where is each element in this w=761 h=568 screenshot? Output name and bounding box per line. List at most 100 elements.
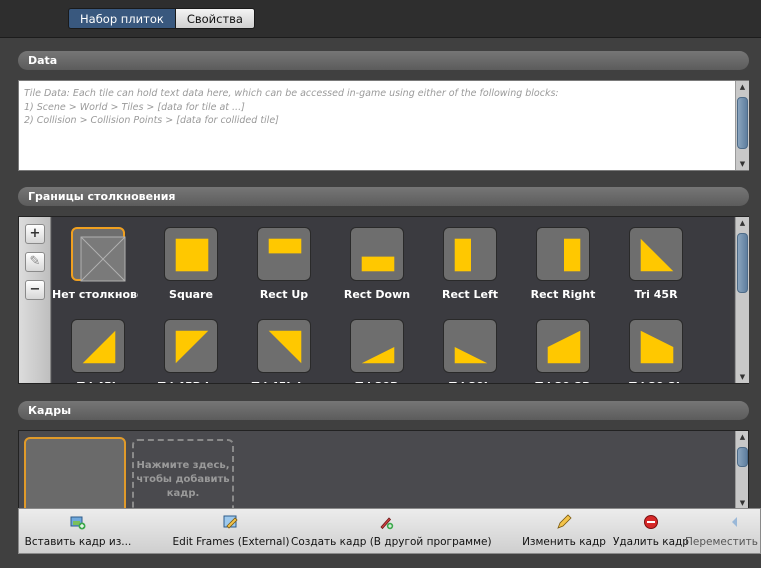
tile-shape-tri30-2l-icon: [640, 330, 674, 364]
edit-frames-external-label: Edit Frames (External): [172, 536, 290, 548]
tile-shape-rect-left-icon: [454, 238, 471, 272]
scroll-thumb[interactable]: [737, 447, 748, 467]
tile-shape-thumbnail: [536, 319, 590, 373]
tile-shape-thumbnail: [350, 319, 404, 373]
tile-data-text: Tile Data: Each tile can hold text data …: [24, 88, 559, 126]
collision-tile-rect-left[interactable]: Rect Left: [424, 217, 504, 307]
tile-shape-tri45l-icon: [82, 330, 116, 364]
tile-label: Tri 30L: [424, 380, 516, 383]
minus-icon[interactable]: −: [25, 280, 45, 300]
delete-icon: [644, 515, 658, 529]
scroll-up-arrow-icon[interactable]: ▲: [736, 217, 749, 229]
collision-tile-grid: Нет столкновений Square Rect Up Rect Down Re…: [52, 217, 734, 383]
collision-tile-tri45r[interactable]: Tri 45R: [610, 217, 690, 307]
tile-shape-thumbnail: [536, 227, 590, 281]
tile-label: Tri 45L Inv: [238, 380, 330, 383]
tile-shape-thumbnail: [350, 227, 404, 281]
tab-tileset[interactable]: Набор плиток: [68, 8, 176, 29]
tile-label: Tri 45R Inv: [145, 380, 237, 383]
tile-label: Tri 30R: [331, 380, 423, 383]
tile-shape-tri45r-inv-icon: [175, 330, 209, 364]
tile-label: Rect Up: [259, 288, 309, 301]
data-scrollbar[interactable]: ▲ ▼: [735, 81, 749, 170]
move-frame-label: Переместить: [685, 536, 758, 548]
pencil-icon: [557, 514, 572, 529]
scroll-up-arrow-icon[interactable]: ▲: [736, 81, 749, 93]
tile-label: Rect Down: [343, 288, 411, 301]
scroll-thumb[interactable]: [737, 233, 748, 293]
data-section-header[interactable]: Data: [18, 51, 749, 70]
tile-shape-thumbnail: [629, 227, 683, 281]
edit-frames-external-button[interactable]: Edit Frames (External): [171, 509, 291, 553]
tile-label: Tri 30-2R: [517, 380, 609, 383]
tile-label: Rect Left: [441, 288, 499, 301]
scroll-up-arrow-icon[interactable]: ▲: [736, 431, 748, 443]
delete-frame-button[interactable]: Удалить кадр: [611, 509, 691, 553]
insert-image-icon: [70, 516, 86, 530]
collision-tile-rect-down[interactable]: Rect Down: [331, 217, 411, 307]
tile-shape-tri30r-icon: [361, 347, 395, 364]
tile-shape-rect-right-icon: [564, 238, 581, 272]
tile-shape-thumbnail: [164, 227, 218, 281]
collision-tile-none[interactable]: Нет столкновений: [52, 217, 138, 307]
frames-scrollbar[interactable]: ▲ ▼: [735, 431, 748, 509]
tile-shape-tri30-2r-icon: [547, 330, 581, 364]
tile-shape-thumbnail: [71, 319, 125, 373]
collision-panel: + ✎ − Нет столкновений Square Rect Up Rect …: [18, 216, 749, 384]
tile-label: Rect Right: [530, 288, 596, 301]
tile-label: Square: [169, 288, 213, 301]
move-icon: [732, 517, 737, 527]
tile-shape-thumbnail: [443, 319, 497, 373]
tab-bar: Набор плиток Свойства: [0, 0, 761, 38]
collision-tile-tri45r-inv[interactable]: Tri 45R Inv: [145, 309, 225, 383]
create-frame-icon: [380, 517, 394, 530]
insert-frame-label: Вставить кадр из...: [24, 536, 132, 548]
create-frame-label: Создать кадр (В другой программе): [291, 536, 492, 548]
tile-shape-thumbnail: [257, 319, 311, 373]
tile-label: Tri 30-2L: [610, 380, 702, 383]
collision-tile-tri45l[interactable]: Tri 45L: [52, 309, 132, 383]
collision-tools: + ✎ −: [19, 217, 51, 383]
tile-shape-rect-down-icon: [361, 256, 395, 272]
tile-shape-tri30l-icon: [454, 347, 488, 364]
tile-data-textarea[interactable]: Tile Data: Each tile can hold text data …: [18, 80, 749, 171]
tab-properties[interactable]: Свойства: [175, 8, 255, 29]
collision-tile-tri30l[interactable]: Tri 30L: [424, 309, 504, 383]
delete-frame-label: Удалить кадр: [613, 536, 689, 548]
collision-tile-tri30-2l[interactable]: Tri 30-2L: [610, 309, 690, 383]
collision-tile-rect-right[interactable]: Rect Right: [517, 217, 597, 307]
edit-frame-button[interactable]: Изменить кадр: [519, 509, 609, 553]
scroll-thumb[interactable]: [737, 97, 748, 149]
tile-shape-thumbnail: [71, 227, 126, 282]
collision-scrollbar[interactable]: ▲ ▼: [735, 217, 749, 383]
insert-frame-button[interactable]: Вставить кадр из...: [23, 509, 133, 553]
tile-label: Tri 45L: [52, 380, 144, 383]
add-frame-placeholder[interactable]: Нажмите здесь, чтобы добавить кадр.: [132, 439, 234, 509]
scroll-down-arrow-icon[interactable]: ▼: [736, 371, 749, 383]
collision-tile-square[interactable]: Square: [145, 217, 225, 307]
pencil-icon[interactable]: ✎: [25, 252, 45, 272]
frames-section-header[interactable]: Кадры: [18, 401, 749, 420]
scroll-down-arrow-icon[interactable]: ▼: [736, 158, 749, 170]
collision-tile-tri30-2r[interactable]: Tri 30-2R: [517, 309, 597, 383]
collision-section-header[interactable]: Границы столкновения: [18, 187, 749, 206]
collision-tile-tri45l-inv[interactable]: Tri 45L Inv: [238, 309, 318, 383]
tile-label: Нет столкновений: [52, 288, 138, 301]
tile-label: Tri 45R: [634, 288, 678, 301]
plus-icon[interactable]: +: [25, 224, 45, 244]
move-frame-button[interactable]: Переместить: [685, 509, 760, 553]
frames-toolbar: Вставить кадр из... Edit Frames (Externa…: [18, 508, 761, 554]
tile-shape-thumbnail: [443, 227, 497, 281]
tile-shape-tri45l-inv-icon: [268, 330, 302, 364]
frame-thumbnail[interactable]: [24, 437, 126, 509]
tile-shape-rect-up-icon: [268, 238, 302, 254]
create-frame-button[interactable]: Создать кадр (В другой программе): [291, 509, 492, 553]
tile-shape-thumbnail: [629, 319, 683, 373]
tile-shape-tri45r-icon: [640, 238, 674, 272]
edit-frames-icon: [223, 515, 238, 529]
tabs: Набор плиток Свойства: [68, 8, 255, 29]
edit-frame-label: Изменить кадр: [522, 536, 606, 548]
collision-tile-tri30r[interactable]: Tri 30R: [331, 309, 411, 383]
collision-tile-rect-up[interactable]: Rect Up: [238, 217, 318, 307]
tile-shape-square-icon: [175, 238, 209, 272]
